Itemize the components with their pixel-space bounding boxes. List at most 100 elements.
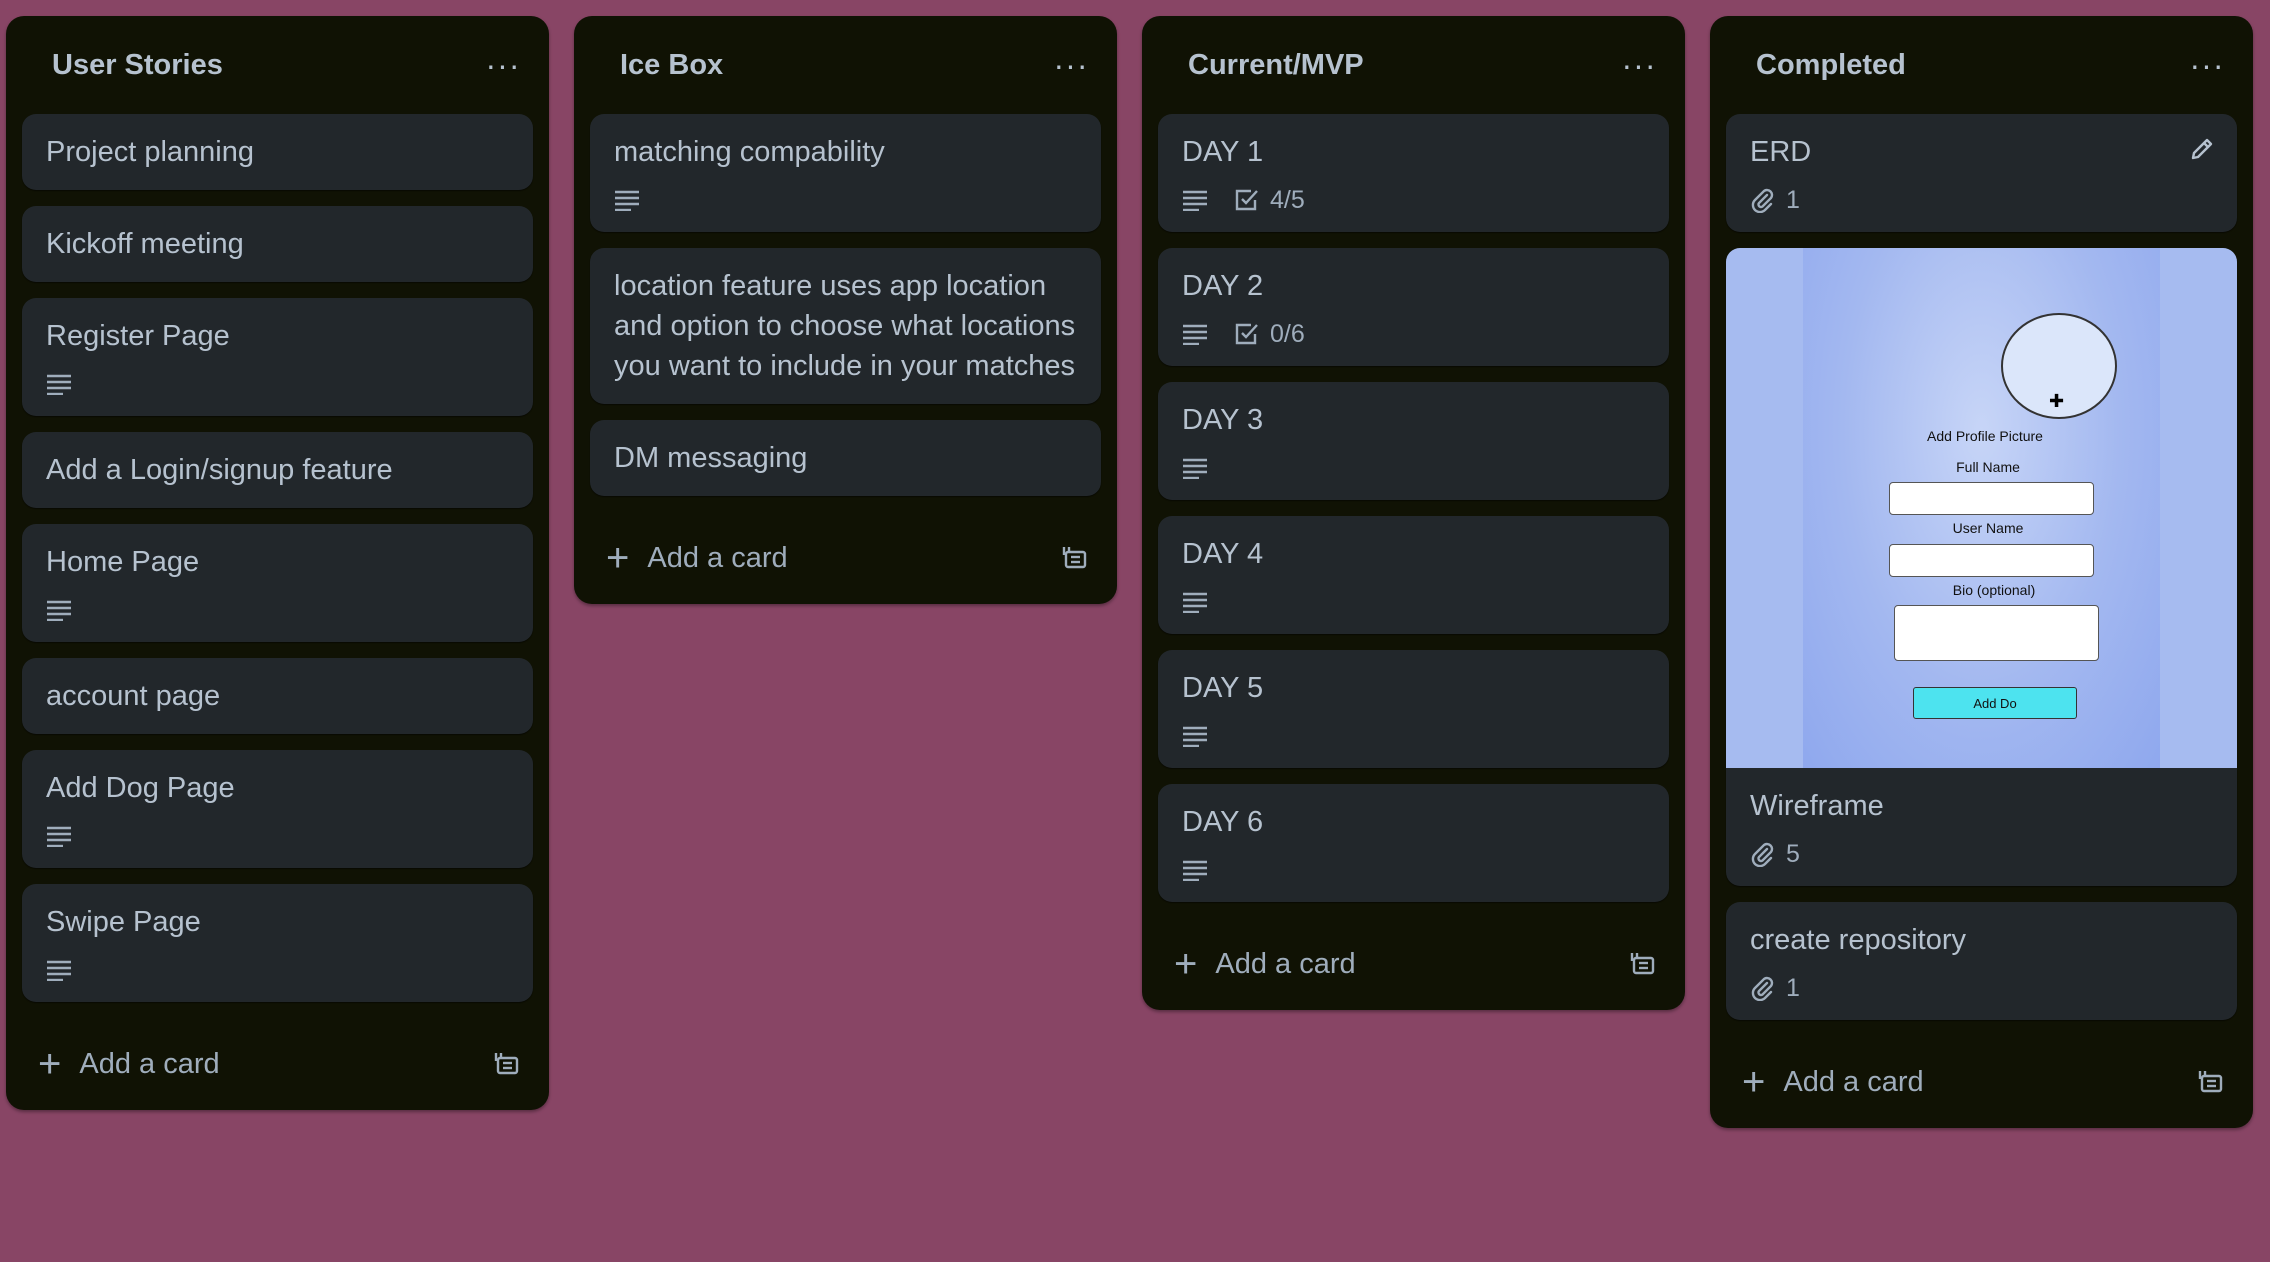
card-template-icon[interactable] (1629, 951, 1657, 977)
card-kickoff-meeting[interactable]: Kickoff meeting (22, 206, 533, 282)
add-card-row: + Add a card (1158, 918, 1669, 1010)
add-card-button[interactable]: + Add a card (38, 1044, 220, 1084)
list-title[interactable]: User Stories (52, 49, 223, 82)
card-swipe-page[interactable]: Swipe Page (22, 884, 533, 1002)
list-title[interactable]: Ice Box (620, 49, 723, 82)
card-title: DAY 4 (1182, 538, 1264, 570)
add-card-row: + Add a card (1726, 1036, 2237, 1128)
card-template-icon[interactable] (493, 1051, 521, 1077)
description-lines-icon (46, 825, 72, 847)
card-dm-messaging[interactable]: DM messaging (590, 420, 1101, 496)
card-body: Wireframe 5 (1726, 768, 2237, 886)
card-badges (1182, 856, 1645, 884)
attachment-count: 1 (1786, 185, 1800, 214)
card-day-3[interactable]: DAY 3 (1158, 382, 1669, 500)
list-header: Completed ··· (1726, 16, 2237, 114)
card-template-icon[interactable] (2197, 1069, 2225, 1095)
card-add-dog-page[interactable]: Add Dog Page (22, 750, 533, 868)
card-badges (46, 822, 509, 850)
wireframe-add-button: Add Do (1913, 687, 2077, 719)
card-title: Register Page (46, 320, 230, 352)
card-title: Project planning (46, 136, 254, 168)
description-lines-icon (1182, 591, 1208, 613)
checklist-count: 0/6 (1270, 319, 1305, 348)
add-card-button[interactable]: + Add a card (1174, 944, 1356, 984)
plus-icon: + (606, 536, 630, 580)
paperclip-icon (1750, 187, 1776, 213)
board: User Stories ··· Project planning Kickof… (0, 0, 2270, 1262)
card-badges: 1 (1750, 186, 2213, 214)
add-card-row: + Add a card (22, 1018, 533, 1110)
more-horizontal-icon[interactable]: ··· (481, 43, 525, 87)
card-title: location feature uses app location and o… (614, 270, 1076, 382)
list-header: Current/MVP ··· (1158, 16, 1669, 114)
plus-icon: + (38, 1042, 62, 1086)
list-header: User Stories ··· (22, 16, 533, 114)
card-title: Home Page (46, 546, 200, 578)
card-account-page[interactable]: account page (22, 658, 533, 734)
card-badges (1182, 722, 1645, 750)
paperclip-icon (1750, 841, 1776, 867)
card-location-feature[interactable]: location feature uses app location and o… (590, 248, 1101, 404)
card-title: Add Dog Page (46, 772, 235, 804)
list-user-stories: User Stories ··· Project planning Kickof… (6, 16, 549, 1110)
card-register-page[interactable]: Register Page (22, 298, 533, 416)
wireframe-add-picture-label: Add Profile Picture (1927, 428, 2043, 444)
card-template-icon[interactable] (1061, 545, 1089, 571)
attachment-badge: 5 (1750, 840, 1800, 869)
card-badges: 5 (1750, 840, 2213, 868)
description-lines-icon (1182, 859, 1208, 881)
card-matching-compability[interactable]: matching compability (590, 114, 1101, 232)
checklist-icon (1234, 321, 1260, 347)
description-lines-icon (46, 959, 72, 981)
card-day-6[interactable]: DAY 6 (1158, 784, 1669, 902)
wireframe-bio-label: Bio (optional) (1952, 582, 2036, 598)
add-card-row: + Add a card (590, 512, 1101, 604)
card-badges (1182, 454, 1645, 482)
card-badges (614, 186, 1077, 214)
add-card-button[interactable]: + Add a card (606, 538, 788, 578)
wireframe-preview: ✚ Add Profile Picture Full Name User Nam… (1803, 248, 2160, 768)
card-home-page[interactable]: Home Page (22, 524, 533, 642)
card-badges (46, 370, 509, 398)
card-badges (46, 596, 509, 624)
card-badges (46, 956, 509, 984)
list-title[interactable]: Current/MVP (1188, 49, 1364, 82)
pencil-icon[interactable] (2189, 136, 2215, 167)
card-day-2[interactable]: DAY 2 0/6 (1158, 248, 1669, 366)
card-badges: 0/6 (1182, 320, 1645, 348)
wireframe-full-name-input (1889, 482, 2094, 515)
attachment-count: 1 (1786, 973, 1800, 1002)
card-cover-image: ✚ Add Profile Picture Full Name User Nam… (1726, 248, 2237, 768)
list-ice-box: Ice Box ··· matching compability locatio… (574, 16, 1117, 604)
paperclip-icon (1750, 975, 1776, 1001)
more-horizontal-icon[interactable]: ··· (1617, 43, 1661, 87)
add-card-label: Add a card (79, 1047, 220, 1080)
checklist-icon (1234, 187, 1260, 213)
description-lines-icon (1182, 189, 1208, 211)
more-horizontal-icon[interactable]: ··· (2185, 43, 2229, 87)
wireframe-plus-icon: ✚ (2049, 391, 2065, 411)
checklist-count: 4/5 (1270, 185, 1305, 214)
attachment-badge: 1 (1750, 186, 1800, 215)
list-title[interactable]: Completed (1756, 49, 1906, 82)
card-project-planning[interactable]: Project planning (22, 114, 533, 190)
card-day-5[interactable]: DAY 5 (1158, 650, 1669, 768)
card-day-4[interactable]: DAY 4 (1158, 516, 1669, 634)
wireframe-user-name-label: User Name (1952, 520, 2024, 536)
checklist-badge: 4/5 (1234, 186, 1305, 215)
more-horizontal-icon[interactable]: ··· (1049, 43, 1093, 87)
wireframe-user-name-input (1889, 544, 2094, 577)
card-wireframe[interactable]: ✚ Add Profile Picture Full Name User Nam… (1726, 248, 2237, 886)
add-card-button[interactable]: + Add a card (1742, 1062, 1924, 1102)
description-lines-icon (46, 599, 72, 621)
plus-icon: + (1742, 1060, 1766, 1104)
description-lines-icon (1182, 323, 1208, 345)
card-erd[interactable]: ERD 1 (1726, 114, 2237, 232)
card-create-repository[interactable]: create repository 1 (1726, 902, 2237, 1020)
card-day-1[interactable]: DAY 1 4/5 (1158, 114, 1669, 232)
card-title: Kickoff meeting (46, 228, 244, 260)
card-add-login-signup[interactable]: Add a Login/signup feature (22, 432, 533, 508)
card-badges (1182, 588, 1645, 616)
card-title: matching compability (614, 136, 885, 168)
